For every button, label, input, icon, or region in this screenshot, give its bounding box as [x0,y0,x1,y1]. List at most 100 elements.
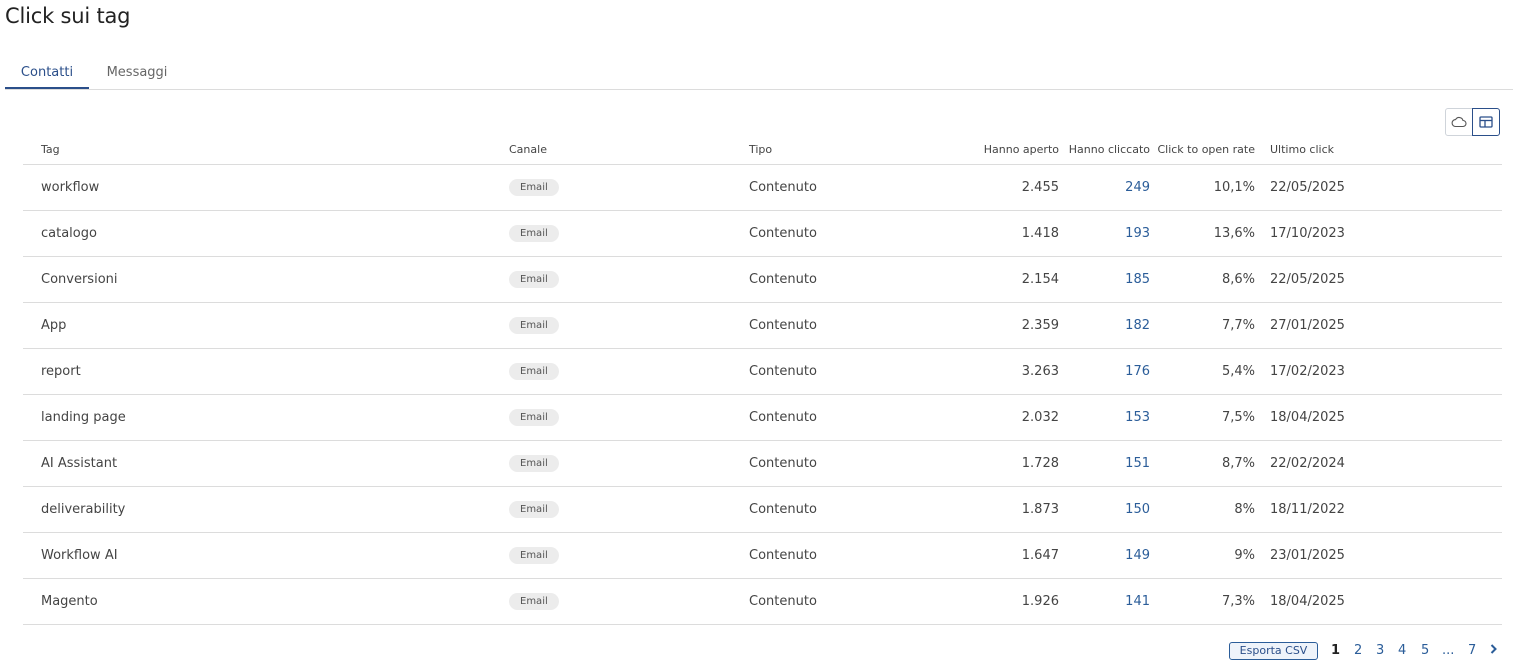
table-row: workflow Email Contenuto 2.455 249 10,1% 22/05… [23,165,1502,211]
channel-badge: Email [509,179,559,196]
opened-count-cell: 2.154 [1021,272,1059,287]
click-to-open-rate-cell: 8,6% [1221,272,1255,287]
type-cell: Contenuto [749,594,817,609]
table-header: Tag Canale Tipo Hanno aperto Hanno clicc… [23,138,1502,165]
tag-cell: Magento [41,594,98,609]
last-click-cell: 18/04/2025 [1270,594,1345,609]
last-click-cell: 18/04/2025 [1270,410,1345,425]
column-header-ultimo-click[interactable]: Ultimo click [1270,143,1334,156]
page-link-5[interactable]: 5 [1421,642,1429,660]
channel-badge: Email [509,593,559,610]
tag-cell: catalogo [41,226,97,241]
clicked-count-link[interactable]: 193 [1050,226,1150,241]
type-cell: Contenuto [749,364,817,379]
table-row: catalogo Email Contenuto 1.418 193 13,6% 17/10… [23,211,1502,257]
opened-count-cell: 2.455 [1021,180,1059,195]
click-to-open-rate-cell: 8,7% [1221,456,1255,471]
tag-cell: Workflow AI [41,548,118,563]
opened-count-cell: 1.418 [1021,226,1059,241]
column-header-tipo[interactable]: Tipo [749,143,772,156]
clicked-count-link[interactable]: 176 [1050,364,1150,379]
opened-count-cell: 1.647 [1021,548,1059,563]
last-click-cell: 22/05/2025 [1270,272,1345,287]
page-link-2[interactable]: 2 [1354,642,1362,660]
tab-contatti[interactable]: Contatti [5,58,89,89]
type-cell: Contenuto [749,548,817,563]
opened-count-cell: 2.032 [1021,410,1059,425]
tag-cell: landing page [41,410,126,425]
table-view-button[interactable] [1472,108,1500,136]
cloud-icon [1451,116,1467,128]
table-row: Conversioni Email Contenuto 2.154 185 8,6% 22/… [23,257,1502,303]
table-row: Workflow AI Email Contenuto 1.647 149 9% 23/01… [23,533,1502,579]
page-link-1[interactable]: 1 [1331,642,1340,660]
last-click-cell: 23/01/2025 [1270,548,1345,563]
table-row: AI Assistant Email Contenuto 1.728 151 8,7% 22… [23,441,1502,487]
table-icon [1479,116,1493,128]
click-to-open-rate-cell: 13,6% [1213,226,1255,241]
column-header-hanno-cliccato[interactable]: Hanno cliccato [1050,143,1150,156]
type-cell: Contenuto [749,410,817,425]
clicked-count-link[interactable]: 141 [1050,594,1150,609]
tag-cell: workflow [41,180,100,195]
table-body: workflow Email Contenuto 2.455 249 10,1% 22/05… [23,165,1502,625]
table-row: landing page Email Contenuto 2.032 153 7,5% 18… [23,395,1502,441]
channel-badge: Email [509,225,559,242]
opened-count-cell: 1.926 [1021,594,1059,609]
last-click-cell: 22/05/2025 [1270,180,1345,195]
click-to-open-rate-cell: 10,1% [1213,180,1255,195]
view-toggle [1445,108,1502,136]
click-to-open-rate-cell: 7,3% [1221,594,1255,609]
clicked-count-link[interactable]: 249 [1050,180,1150,195]
tab-bar: Contatti Messaggi [5,58,1513,90]
page-title: Click sui tag [5,4,131,28]
channel-badge: Email [509,363,559,380]
clicked-count-link[interactable]: 150 [1050,502,1150,517]
table-row: Magento Email Contenuto 1.926 141 7,3% 18/04/2… [23,579,1502,625]
tags-table: Tag Canale Tipo Hanno aperto Hanno clicc… [23,138,1502,625]
type-cell: Contenuto [749,272,817,287]
page-link-7[interactable]: 7 [1468,642,1476,660]
page-link-3[interactable]: 3 [1376,642,1384,660]
click-to-open-rate-cell: 9% [1234,548,1255,563]
column-header-click-to-open-rate[interactable]: Click to open rate [1155,143,1255,156]
channel-badge: Email [509,271,559,288]
channel-badge: Email [509,501,559,518]
tag-cell: Conversioni [41,272,118,287]
clicked-count-link[interactable]: 182 [1050,318,1150,333]
clicked-count-link[interactable]: 185 [1050,272,1150,287]
channel-badge: Email [509,455,559,472]
last-click-cell: 17/02/2023 [1270,364,1345,379]
click-to-open-rate-cell: 7,7% [1221,318,1255,333]
opened-count-cell: 3.263 [1021,364,1059,379]
clicked-count-link[interactable]: 149 [1050,548,1150,563]
opened-count-cell: 1.728 [1021,456,1059,471]
next-page-button[interactable] [1489,643,1498,661]
page-link-4[interactable]: 4 [1398,642,1406,660]
last-click-cell: 22/02/2024 [1270,456,1345,471]
click-to-open-rate-cell: 5,4% [1221,364,1255,379]
type-cell: Contenuto [749,456,817,471]
table-row: report Email Contenuto 3.263 176 5,4% 17/02/20… [23,349,1502,395]
clicked-count-link[interactable]: 151 [1050,456,1150,471]
opened-count-cell: 2.359 [1021,318,1059,333]
export-csv-button[interactable]: Esporta CSV [1229,642,1318,660]
type-cell: Contenuto [749,226,817,241]
column-header-tag[interactable]: Tag [41,143,60,156]
page-ellipsis: ... [1442,643,1455,658]
clicked-count-link[interactable]: 153 [1050,410,1150,425]
table-footer: Esporta CSV 1 2 3 4 5 ... 7 [0,640,1513,662]
cloud-view-button[interactable] [1445,108,1473,136]
click-to-open-rate-cell: 8% [1234,502,1255,517]
channel-badge: Email [509,409,559,426]
tab-messaggi[interactable]: Messaggi [101,58,173,89]
tag-cell: AI Assistant [41,456,118,471]
click-to-open-rate-cell: 7,5% [1221,410,1255,425]
column-header-canale[interactable]: Canale [509,143,547,156]
column-header-hanno-aperto[interactable]: Hanno aperto [959,143,1059,156]
chevron-right-icon [1490,644,1497,654]
type-cell: Contenuto [749,318,817,333]
channel-badge: Email [509,317,559,334]
table-row: App Email Contenuto 2.359 182 7,7% 27/01/2025 [23,303,1502,349]
table-row: deliverability Email Contenuto 1.873 150 8% 18… [23,487,1502,533]
